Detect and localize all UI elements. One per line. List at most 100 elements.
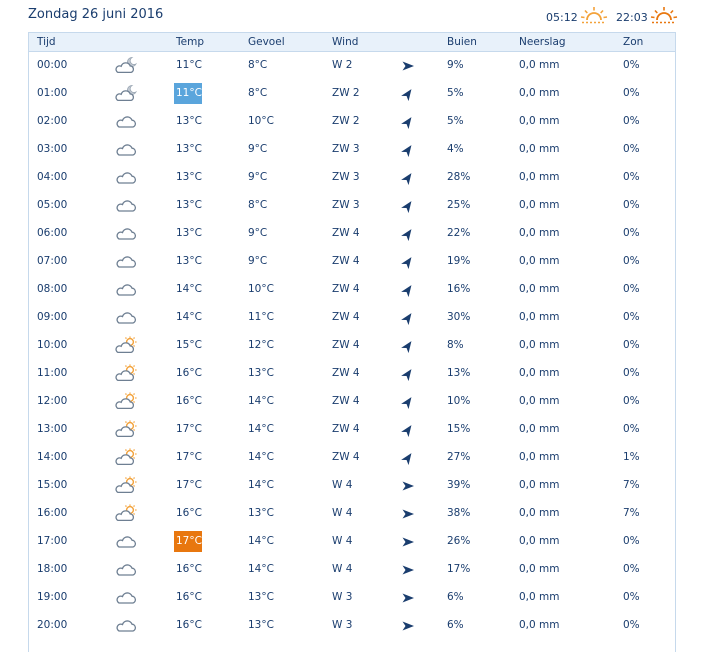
cloud-icon (116, 228, 136, 240)
wind-cell: ZW 4 (332, 367, 360, 379)
showers-cell: 6% (447, 619, 464, 631)
feels-like-cell: 10°C (248, 115, 274, 127)
sunrise-icon (580, 7, 608, 24)
precipitation-cell: 0,0 mm (519, 619, 560, 631)
hourly-forecast-table: Tijd Temp Gevoel Wind Buien Neerslag Zon… (28, 32, 676, 652)
precipitation-cell: 0,0 mm (519, 339, 560, 351)
feels-like-cell: 13°C (248, 507, 274, 519)
northeast-arrow-icon (401, 89, 412, 101)
time-cell: 08:00 (37, 283, 68, 295)
showers-cell: 30% (447, 311, 471, 323)
northeast-arrow-icon (401, 117, 412, 129)
time-cell: 19:00 (37, 591, 68, 603)
temperature-cell: 16°C (176, 563, 202, 575)
northeast-arrow-icon (401, 201, 412, 213)
time-cell: 11:00 (37, 367, 68, 379)
precipitation-cell: 0,0 mm (519, 115, 560, 127)
feels-like-cell: 11°C (248, 311, 274, 323)
cloud-icon (116, 536, 136, 548)
temperature-cell: 17°C (176, 423, 202, 435)
sunshine-cell: 0% (623, 395, 640, 407)
cloud-icon (116, 564, 136, 576)
table-row: 11:00 16°C 13°C ZW 4 13% 0,0 mm 0% (29, 360, 675, 388)
northeast-arrow-icon (401, 285, 412, 297)
showers-cell: 10% (447, 395, 471, 407)
northeast-arrow-icon (401, 145, 412, 157)
cloud-icon (116, 592, 136, 604)
sunshine-cell: 0% (623, 283, 640, 295)
table-header: Tijd Temp Gevoel Wind Buien Neerslag Zon (29, 32, 675, 52)
cloud-icon (116, 312, 136, 324)
time-cell: 20:00 (37, 619, 68, 631)
feels-like-cell: 14°C (248, 535, 274, 547)
table-row: 07:00 13°C 9°C ZW 4 19% 0,0 mm 0% (29, 248, 675, 276)
wind-cell: W 4 (332, 563, 353, 575)
showers-cell: 16% (447, 283, 471, 295)
cloud-moon-icon (115, 57, 137, 74)
sunshine-cell: 0% (623, 591, 640, 603)
east-arrow-icon (402, 621, 414, 631)
sunshine-cell: 0% (623, 87, 640, 99)
northeast-arrow-icon (401, 397, 412, 409)
temperature-cell: 17°C (174, 531, 202, 552)
temperature-cell: 11°C (174, 83, 202, 104)
sunshine-cell: 0% (623, 339, 640, 351)
showers-cell: 27% (447, 451, 471, 463)
temperature-cell: 11°C (176, 59, 202, 71)
wind-cell: W 3 (332, 619, 353, 631)
temperature-cell: 17°C (176, 451, 202, 463)
showers-cell: 5% (447, 115, 464, 127)
feels-like-cell: 9°C (248, 171, 268, 183)
feels-like-cell: 14°C (248, 479, 274, 491)
sunset-icon (650, 7, 678, 24)
sunshine-cell: 0% (623, 311, 640, 323)
precipitation-cell: 0,0 mm (519, 283, 560, 295)
showers-cell: 26% (447, 535, 471, 547)
precipitation-cell: 0,0 mm (519, 227, 560, 239)
northeast-arrow-icon (401, 369, 412, 381)
feels-like-cell: 10°C (248, 283, 274, 295)
east-arrow-icon (402, 593, 414, 603)
wind-cell: ZW 4 (332, 311, 360, 323)
northeast-arrow-icon (401, 257, 412, 269)
precipitation-cell: 0,0 mm (519, 507, 560, 519)
wind-cell: ZW 4 (332, 451, 360, 463)
wind-cell: W 4 (332, 535, 353, 547)
showers-cell: 15% (447, 423, 471, 435)
table-row: 04:00 13°C 9°C ZW 3 28% 0,0 mm 0% (29, 164, 675, 192)
wind-cell: ZW 4 (332, 395, 360, 407)
column-header-time: Tijd (37, 36, 56, 48)
cloud-icon (116, 116, 136, 128)
showers-cell: 5% (447, 87, 464, 99)
precipitation-cell: 0,0 mm (519, 255, 560, 267)
sunshine-cell: 1% (623, 451, 640, 463)
table-row: 17:00 17°C 14°C W 4 26% 0,0 mm 0% (29, 528, 675, 556)
time-cell: 04:00 (37, 171, 68, 183)
sunset-time: 22:03 (616, 11, 648, 24)
precipitation-cell: 0,0 mm (519, 87, 560, 99)
sunshine-cell: 0% (623, 563, 640, 575)
cloud-moon-icon (115, 85, 137, 102)
table-row: 02:00 13°C 10°C ZW 2 5% 0,0 mm 0% (29, 108, 675, 136)
showers-cell: 28% (447, 171, 471, 183)
column-header-showers: Buien (447, 36, 477, 48)
feels-like-cell: 14°C (248, 423, 274, 435)
cloud-sun-icon (115, 364, 137, 382)
time-cell: 02:00 (37, 115, 68, 127)
showers-cell: 17% (447, 563, 471, 575)
precipitation-cell: 0,0 mm (519, 479, 560, 491)
wind-cell: ZW 2 (332, 115, 360, 127)
time-cell: 01:00 (37, 87, 68, 99)
date-title: Zondag 26 juni 2016 (28, 7, 164, 22)
time-cell: 07:00 (37, 255, 68, 267)
feels-like-cell: 8°C (248, 199, 268, 211)
cloud-icon (116, 620, 136, 632)
time-cell: 03:00 (37, 143, 68, 155)
sunshine-cell: 0% (623, 535, 640, 547)
temperature-cell: 13°C (176, 255, 202, 267)
feels-like-cell: 14°C (248, 395, 274, 407)
sunshine-cell: 0% (623, 423, 640, 435)
sunshine-cell: 0% (623, 143, 640, 155)
time-cell: 15:00 (37, 479, 68, 491)
time-cell: 10:00 (37, 339, 68, 351)
